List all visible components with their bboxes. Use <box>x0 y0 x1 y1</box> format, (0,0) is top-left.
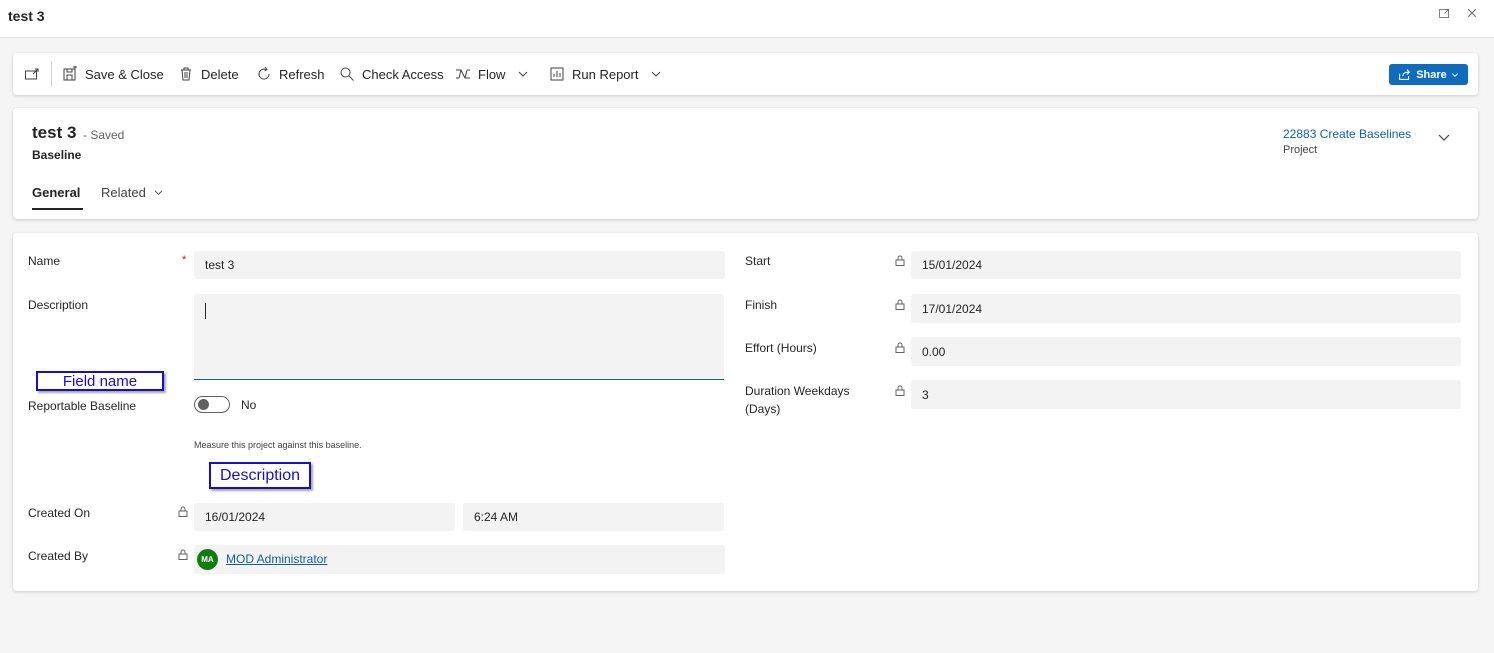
annotation-description: Description <box>209 462 311 489</box>
trash-icon <box>181 67 191 81</box>
duration-weekdays-field: 3 <box>911 380 1461 409</box>
entity-name: Baseline <box>32 148 82 162</box>
lock-icon <box>895 255 905 266</box>
refresh-icon <box>258 66 270 80</box>
share-label: Share <box>1416 68 1447 81</box>
annotation-field-name: Field name <box>36 371 164 391</box>
duration-label-line2: (Days) <box>745 402 781 416</box>
project-link[interactable]: 22883 Create Baselines <box>1283 127 1411 141</box>
chevron-down-icon[interactable] <box>1437 130 1451 144</box>
description-label: Description <box>28 298 89 312</box>
save-close-icon <box>63 66 77 81</box>
created-on-label: Created On <box>28 506 91 520</box>
lock-icon <box>178 506 188 517</box>
avatar: MA <box>197 549 218 570</box>
chevron-down-icon <box>1451 72 1458 77</box>
chevron-down-icon <box>154 190 163 195</box>
effort-hours-label: Effort (Hours) <box>745 341 817 355</box>
window-title: test 3 <box>8 8 45 24</box>
project-label: Project <box>1283 144 1318 156</box>
reportable-baseline-toggle[interactable] <box>194 396 230 413</box>
close-icon[interactable] <box>1464 7 1480 23</box>
created-by-user-link[interactable]: MOD Administrator <box>226 552 327 566</box>
tab-related-label: Related <box>101 185 146 200</box>
reportable-baseline-value: No <box>241 398 257 412</box>
delete-label: Delete <box>201 66 239 82</box>
chevron-down-icon <box>652 71 661 77</box>
command-separator <box>51 61 52 87</box>
tab-general[interactable]: General <box>32 185 80 200</box>
check-access-button[interactable]: Check Access <box>339 53 444 95</box>
text-caret <box>205 303 206 319</box>
save-status: - Saved <box>83 128 125 142</box>
save-close-button[interactable]: Save & Close <box>62 53 164 95</box>
lock-icon <box>178 549 188 560</box>
popout-icon <box>25 68 39 80</box>
flow-icon <box>456 69 470 79</box>
refresh-label: Refresh <box>279 66 325 82</box>
window-titlebar: test 3 <box>0 0 1494 38</box>
record-title: test 3 <box>32 123 77 142</box>
check-access-icon <box>340 67 354 81</box>
report-icon <box>550 67 564 81</box>
created-on-date-field: 16/01/2024 <box>194 503 455 531</box>
effort-hours-field: 0.00 <box>911 337 1461 366</box>
lock-icon <box>895 299 905 310</box>
share-icon <box>1399 69 1411 80</box>
general-form: Name * test 3 Description Reportable Bas… <box>13 233 1478 591</box>
required-indicator: * <box>182 254 187 266</box>
share-button[interactable]: Share <box>1389 64 1468 85</box>
created-on-time-field: 6:24 AM <box>463 503 724 531</box>
tab-related[interactable]: Related <box>101 185 164 200</box>
finish-field: 17/01/2024 <box>911 294 1461 323</box>
created-by-label: Created By <box>28 549 89 563</box>
toggle-knob <box>198 399 209 410</box>
tab-selected-indicator <box>32 208 83 210</box>
delete-button[interactable]: Delete <box>178 53 239 95</box>
finish-label: Finish <box>745 298 778 312</box>
duration-label-line1: Duration Weekdays <box>745 384 850 398</box>
start-label: Start <box>745 254 771 268</box>
open-in-new-window-button[interactable] <box>24 53 47 95</box>
record-header: test 3 - Saved Baseline 22883 Create Bas… <box>13 108 1478 219</box>
lock-icon <box>895 342 905 353</box>
start-field: 15/01/2024 <box>911 251 1461 279</box>
run-report-label: Run Report <box>572 66 639 82</box>
chevron-down-icon <box>519 71 528 77</box>
flow-button[interactable]: Flow <box>455 53 529 95</box>
save-close-label: Save & Close <box>85 66 164 82</box>
description-field[interactable] <box>194 294 724 380</box>
lock-icon <box>895 385 905 396</box>
flow-label: Flow <box>478 66 506 82</box>
refresh-button[interactable]: Refresh <box>256 53 325 95</box>
command-bar: Save & Close Delete Refresh Check Access… <box>13 53 1478 95</box>
name-label: Name <box>28 254 61 268</box>
run-report-button[interactable]: Run Report <box>549 53 662 95</box>
expand-icon[interactable] <box>1436 7 1452 23</box>
reportable-baseline-label: Reportable Baseline <box>28 399 137 413</box>
duration-weekdays-label: Duration Weekdays (Days) <box>745 382 850 418</box>
check-access-label: Check Access <box>362 66 444 82</box>
name-field[interactable]: test 3 <box>194 251 725 279</box>
reportable-baseline-help: Measure this project against this baseli… <box>194 440 362 450</box>
